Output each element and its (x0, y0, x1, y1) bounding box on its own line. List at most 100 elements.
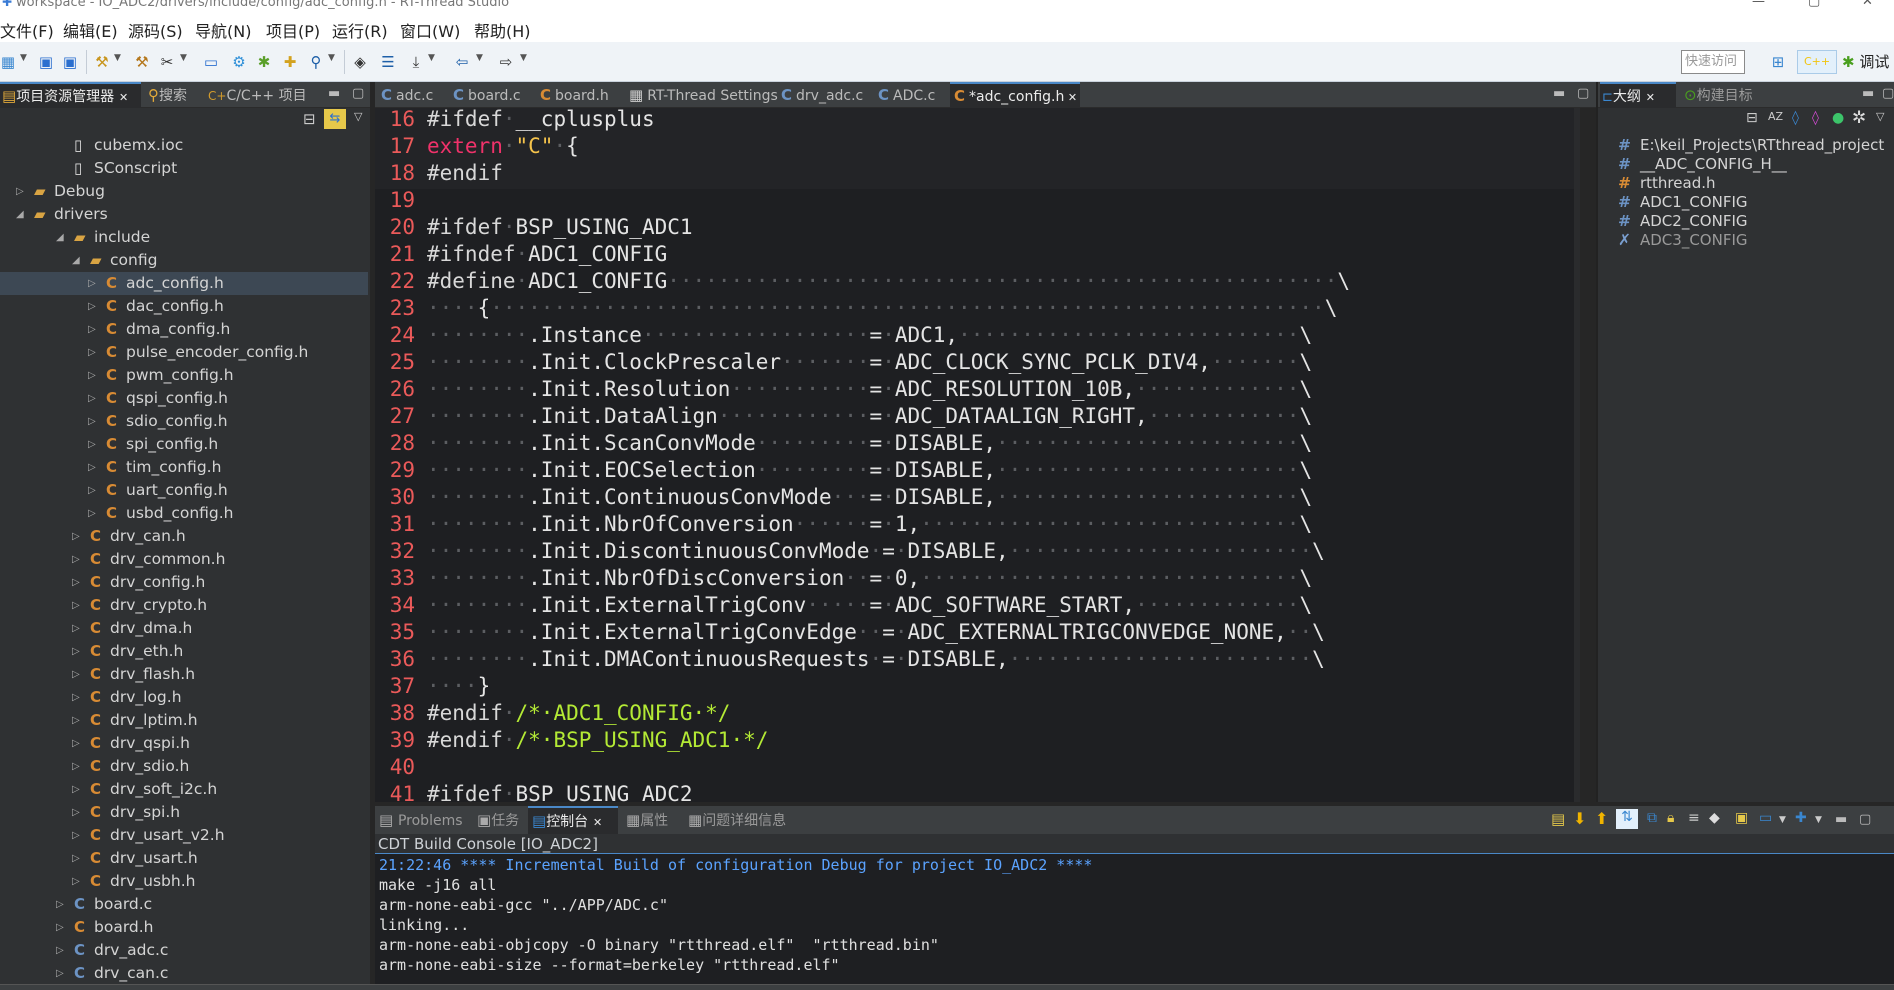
collapse-all-icon[interactable]: ⊟ (1746, 110, 1758, 126)
editor-tab[interactable]: Cadc.c (377, 82, 445, 108)
tree-item[interactable]: ▷ Cdrv_dma.h (0, 617, 368, 640)
tree-item[interactable]: ▷ Cdrv_spi.h (0, 801, 368, 824)
arrow-down-icon[interactable]: ⤓ (406, 52, 426, 72)
tree-item[interactable]: ▯ cubemx.ioc (0, 134, 368, 157)
tree-item[interactable]: ▷ Cdrv_usart_v2.h (0, 824, 368, 847)
tree-item[interactable]: ▷ Cdrv_lptim.h (0, 709, 368, 732)
close-icon[interactable]: ✕ (593, 816, 602, 829)
collapsed-twisty-icon[interactable]: ▷ (88, 341, 96, 364)
tree-item[interactable]: ◢ ▰ include (0, 226, 368, 249)
tree-item[interactable]: ▷ Cdrv_usart.h (0, 847, 368, 870)
tab-problem-details[interactable]: ▦问题详细信息 (684, 806, 804, 834)
remove-launch-icon[interactable]: ◆ (1709, 810, 1720, 826)
build-icon[interactable]: ⚒ (92, 52, 112, 72)
tree-item[interactable]: ▷ ▰ Debug (0, 180, 368, 203)
display-console-icon[interactable]: ▭ (1759, 810, 1772, 826)
new-project-icon[interactable]: ✚ (280, 52, 300, 72)
tab-tasks[interactable]: ▣任务 (473, 806, 525, 834)
tree-item[interactable]: ▷ Cdrv_log.h (0, 686, 368, 709)
collapsed-twisty-icon[interactable]: ▷ (72, 525, 80, 548)
chevron-down-icon[interactable]: ▼ (20, 53, 27, 63)
open-perspective-icon[interactable]: ⊞ (1768, 52, 1788, 72)
tree-item[interactable]: ▷ Cpulse_encoder_config.h (0, 341, 368, 364)
pin-icon[interactable]: ⧉ (1647, 810, 1657, 826)
collapsed-twisty-icon[interactable]: ▷ (72, 571, 80, 594)
tree-item[interactable]: ▷ Cdrv_soft_i2c.h (0, 778, 368, 801)
collapsed-twisty-icon[interactable]: ▷ (72, 847, 80, 870)
editor-tab[interactable]: Cboard.h (536, 82, 622, 108)
collapsed-twisty-icon[interactable]: ▷ (56, 939, 64, 962)
tab-cpp-projects[interactable]: C+C/C++ 项目 (204, 82, 314, 108)
collapsed-twisty-icon[interactable]: ▷ (16, 180, 24, 203)
collapsed-twisty-icon[interactable]: ▷ (72, 709, 80, 732)
tab-console[interactable]: ▤控制台 ✕ (528, 806, 618, 834)
lock-icon[interactable]: 🔒︎ (1667, 810, 1674, 826)
collapsed-twisty-icon[interactable]: ▷ (72, 824, 80, 847)
tree-item[interactable]: ▷ Cdrv_crypto.h (0, 594, 368, 617)
tree-item[interactable]: ▷ Cdrv_flash.h (0, 663, 368, 686)
link-editor-icon[interactable]: ⇆ (324, 109, 346, 129)
tree-item[interactable]: ▷ Cuart_config.h (0, 479, 368, 502)
tree-item[interactable]: ▷ Cdrv_eth.h (0, 640, 368, 663)
chevron-down-icon[interactable]: ▼ (1815, 815, 1822, 825)
expanded-twisty-icon[interactable]: ◢ (72, 249, 80, 272)
new-console-icon[interactable]: ✚ (1795, 810, 1807, 826)
minimize-view-button[interactable]: ▬ (1862, 82, 1874, 106)
collapsed-twisty-icon[interactable]: ▷ (88, 479, 96, 502)
collapsed-twisty-icon[interactable]: ▷ (72, 755, 80, 778)
outline-item[interactable]: ✗ ADC3_CONFIG (1598, 229, 1894, 252)
tree-item[interactable]: ▷ Cdrv_config.h (0, 571, 368, 594)
scroll-down-icon[interactable]: ⬇ (1573, 809, 1586, 828)
word-wrap-icon[interactable]: ≡ (1688, 810, 1700, 826)
gear-icon[interactable]: ✲ (1852, 108, 1866, 128)
close-icon[interactable]: ✕ (1064, 91, 1077, 104)
chevron-down-icon[interactable]: ▼ (428, 53, 435, 63)
collapsed-twisty-icon[interactable]: ▷ (88, 433, 96, 456)
chevron-down-icon[interactable]: ▼ (114, 53, 121, 63)
tools-icon[interactable]: ✂ (157, 52, 177, 72)
quick-access-input[interactable]: 快速访问 (1681, 50, 1745, 74)
collapsed-twisty-icon[interactable]: ▷ (72, 640, 80, 663)
close-icon[interactable]: ✕ (1646, 91, 1655, 104)
clear-console-icon[interactable]: ▤ (1551, 810, 1565, 828)
tree-item[interactable]: ▷ Csdio_config.h (0, 410, 368, 433)
menu-navigate[interactable]: 导航(N) (195, 18, 251, 42)
hide-non-public-icon[interactable]: ● (1832, 110, 1844, 126)
tab-problems[interactable]: ▤ Problems (375, 806, 469, 834)
tab-build-targets[interactable]: ⊙构建目标 (1680, 82, 1790, 108)
collapsed-twisty-icon[interactable]: ▷ (56, 916, 64, 939)
cpp-perspective-button[interactable]: C++ (1797, 50, 1837, 74)
maximize-view-button[interactable]: ▢ (1882, 82, 1894, 106)
minimize-editor-button[interactable]: ▬ (1553, 82, 1565, 106)
tree-item[interactable]: ▷ Cdrv_sdio.h (0, 755, 368, 778)
menu-file[interactable]: 文件(F) (0, 18, 54, 42)
close-button[interactable]: ✕ (1862, 0, 1873, 9)
debug-perspective-button[interactable]: ✱ 调试 (1842, 50, 1889, 74)
collapsed-twisty-icon[interactable]: ▷ (88, 410, 96, 433)
tree-item[interactable]: ▷ Cdac_config.h (0, 295, 368, 318)
tree-item[interactable]: ▷ Cdrv_qspi.h (0, 732, 368, 755)
chevron-down-icon[interactable]: ▼ (520, 53, 527, 63)
hide-static-icon[interactable]: ◊ (1812, 110, 1819, 126)
open-console-icon[interactable]: ▣ (1735, 810, 1748, 826)
maximize-view-button[interactable]: ▢ (352, 82, 364, 106)
tree-item[interactable]: ▷ Cdrv_can.c (0, 962, 368, 985)
maximize-button[interactable]: ▢ (1808, 0, 1820, 9)
tree-item[interactable]: ▷ Cusbd_config.h (0, 502, 368, 525)
close-icon[interactable]: ✕ (119, 91, 128, 104)
menu-help[interactable]: 帮助(H) (474, 18, 531, 42)
tree-item[interactable]: ◢ ▰ config (0, 249, 368, 272)
collapsed-twisty-icon[interactable]: ▷ (72, 870, 80, 893)
search-icon[interactable]: ⚲ (306, 52, 326, 72)
collapsed-twisty-icon[interactable]: ▷ (72, 778, 80, 801)
tree-item[interactable]: ▷ Ctim_config.h (0, 456, 368, 479)
tree-item[interactable]: ▷ Cspi_config.h (0, 433, 368, 456)
scroll-up-icon[interactable]: ⬆ (1595, 809, 1608, 828)
new-icon[interactable]: ▦ (0, 52, 18, 72)
collapsed-twisty-icon[interactable]: ▷ (72, 732, 80, 755)
chevron-down-icon[interactable]: ▼ (328, 53, 335, 63)
gear-icon[interactable]: ⚙ (229, 52, 249, 72)
tab-outline[interactable]: ⊏大纲 ✕ (1600, 82, 1676, 108)
view-menu-icon[interactable]: ▽ (1876, 110, 1884, 123)
menu-edit[interactable]: 编辑(E) (63, 18, 118, 42)
